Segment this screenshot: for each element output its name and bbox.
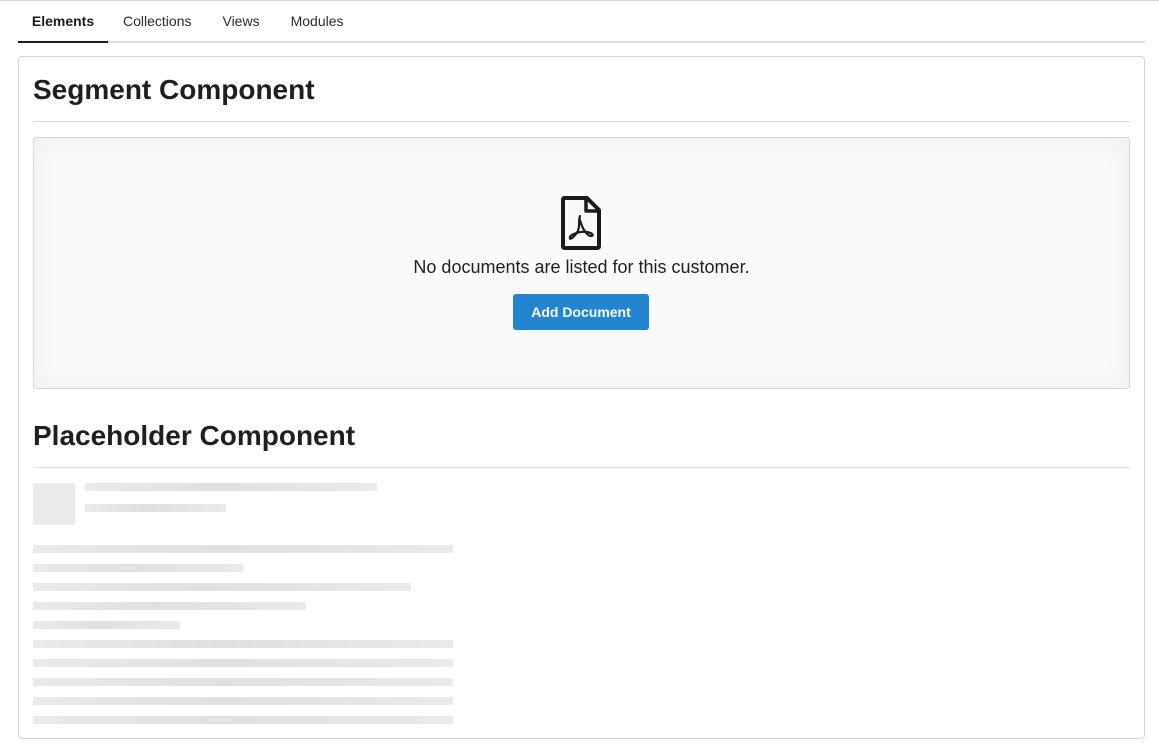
placeholder-line <box>33 564 243 572</box>
content-card: Segment Component No documents are liste… <box>18 56 1145 739</box>
tab-modules[interactable]: Modules <box>276 1 359 41</box>
placeholder-line <box>33 697 453 705</box>
placeholder-line <box>33 678 453 686</box>
segment-title-divider <box>33 121 1130 122</box>
placeholder-header-line <box>85 504 226 512</box>
empty-documents-message: No documents are listed for this custome… <box>413 257 750 277</box>
placeholder-header-line <box>85 483 377 491</box>
placeholder-line <box>33 716 453 724</box>
empty-documents-segment: No documents are listed for this custome… <box>33 137 1130 389</box>
placeholder-line <box>33 583 411 591</box>
add-document-button[interactable]: Add Document <box>513 294 649 330</box>
placeholder-line <box>33 545 453 553</box>
tab-elements[interactable]: Elements <box>18 1 108 43</box>
placeholder-line <box>33 640 453 648</box>
tab-bar: Elements Collections Views Modules <box>18 1 1145 43</box>
placeholder-component-title: Placeholder Component <box>33 420 356 451</box>
placeholder-line <box>33 602 306 610</box>
placeholder-image <box>33 483 75 525</box>
placeholder-line <box>33 621 180 629</box>
placeholder-line <box>33 659 453 667</box>
placeholder-title-divider <box>33 467 1130 468</box>
file-pdf-icon <box>561 196 601 250</box>
segment-component-title: Segment Component <box>33 74 315 105</box>
tab-collections[interactable]: Collections <box>108 1 206 41</box>
tab-views[interactable]: Views <box>206 1 275 41</box>
